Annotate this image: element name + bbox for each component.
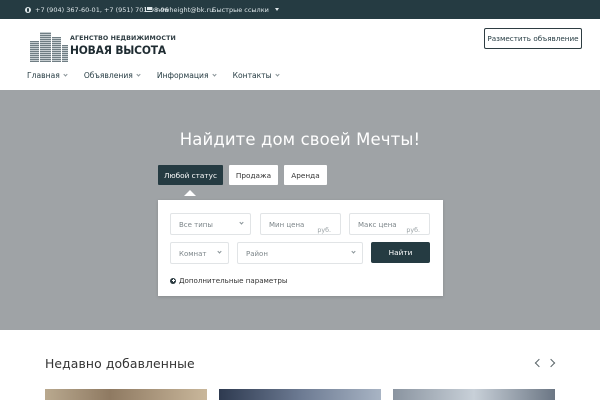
chevron-down-icon xyxy=(211,71,217,77)
email-address[interactable]: newheight@bk.ru xyxy=(156,6,213,14)
search-button[interactable]: Найти xyxy=(371,242,430,263)
nav-item-home[interactable]: Главная xyxy=(27,69,68,81)
select-value: Все типы xyxy=(179,221,213,229)
carousel-controls xyxy=(534,358,556,368)
input-placeholder: Мин цена xyxy=(269,221,305,229)
tab-any-status[interactable]: Любой статус xyxy=(158,165,223,185)
quick-links-label[interactable]: Быстрые ссылки xyxy=(212,6,269,14)
min-price-input[interactable]: Мин цена руб. xyxy=(260,213,341,235)
rooms-select[interactable]: Комнат xyxy=(170,242,229,264)
chevron-down-icon xyxy=(275,71,280,77)
building-logo-icon xyxy=(30,32,68,62)
site-header: АГЕНСТВО НЕДВИЖИМОСТИ НОВАЯ ВЫСОТА Разме… xyxy=(0,19,600,90)
listing-card[interactable] xyxy=(45,389,207,400)
active-tab-pointer xyxy=(184,190,196,196)
tab-rent[interactable]: Аренда xyxy=(284,165,327,185)
listing-card[interactable] xyxy=(393,389,555,400)
currency-label: руб. xyxy=(406,227,420,234)
currency-label: руб. xyxy=(317,227,331,234)
advanced-params-label: Дополнительные параметры xyxy=(179,276,288,285)
main-nav: Главная Объявления Информация Контакты xyxy=(27,69,280,81)
plus-circle-icon xyxy=(170,277,176,284)
chevron-down-icon xyxy=(63,71,68,77)
select-value: Район xyxy=(246,250,268,258)
chevron-right-icon[interactable] xyxy=(546,358,556,368)
caret-down-icon xyxy=(274,8,279,11)
mail-icon xyxy=(145,7,152,12)
recent-section-title: Недавно добавленные xyxy=(45,356,195,371)
chevron-left-icon[interactable] xyxy=(534,358,544,368)
chevron-down-icon xyxy=(239,220,244,225)
hero-title: Найдите дом своей Мечты! xyxy=(179,130,421,149)
district-select[interactable]: Район xyxy=(237,242,363,264)
listing-photo xyxy=(45,389,207,400)
chevron-down-icon xyxy=(217,249,222,254)
listing-photo xyxy=(393,389,555,400)
nav-item-info[interactable]: Информация xyxy=(156,69,217,81)
site-logo[interactable]: АГЕНСТВО НЕДВИЖИМОСТИ НОВАЯ ВЫСОТА xyxy=(30,32,176,62)
property-type-select[interactable]: Все типы xyxy=(170,213,251,235)
input-placeholder: Макс цена xyxy=(358,221,397,229)
select-value: Комнат xyxy=(179,250,207,258)
listing-card[interactable] xyxy=(219,389,381,400)
logo-tagline: АГЕНСТВО НЕДВИЖИМОСТИ xyxy=(70,35,176,42)
listing-photo xyxy=(219,389,381,400)
phone-icon xyxy=(25,6,31,13)
nav-label: Контакты xyxy=(232,70,272,80)
nav-label: Главная xyxy=(27,70,60,80)
nav-item-contacts[interactable]: Контакты xyxy=(232,69,280,81)
email-contact[interactable]: newheight@bk.ru xyxy=(145,0,213,19)
chevron-down-icon xyxy=(136,71,141,77)
nav-label: Объявления xyxy=(83,70,133,80)
search-panel: Все типы Мин цена руб. Макс цена руб. Ко… xyxy=(158,200,443,296)
nav-label: Информация xyxy=(156,70,209,80)
nav-item-listings[interactable]: Объявления xyxy=(83,69,141,81)
hero-search-section: Найдите дом своей Мечты! Любой статус Пр… xyxy=(0,90,600,330)
max-price-input[interactable]: Макс цена руб. xyxy=(349,213,430,235)
advanced-params-toggle[interactable]: Дополнительные параметры xyxy=(170,276,288,285)
logo-name: НОВАЯ ВЫСОТА xyxy=(70,43,166,57)
quick-links-dropdown[interactable]: Быстрые ссылки xyxy=(212,0,279,19)
top-bar: +7 (904) 367-60-01, +7 (951) 703-98-96 n… xyxy=(0,0,600,19)
post-ad-button[interactable]: Разместить объявление xyxy=(484,28,582,49)
chevron-down-icon xyxy=(351,249,356,254)
tab-sale[interactable]: Продажа xyxy=(229,165,278,185)
